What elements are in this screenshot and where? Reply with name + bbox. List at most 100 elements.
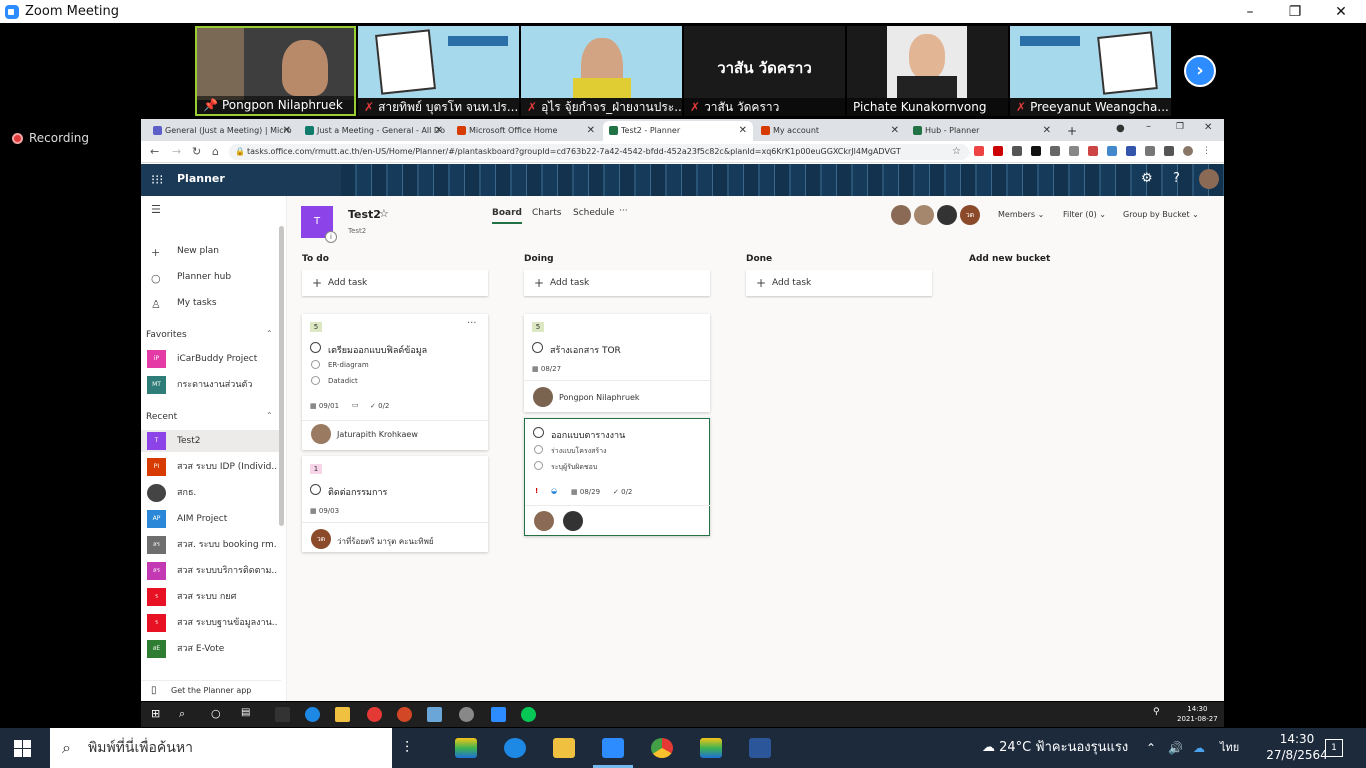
language-indicator[interactable]: ไทย [1220, 728, 1239, 768]
more-options-icon[interactable]: ··· [467, 318, 477, 329]
add-task-button[interactable]: + Add task [746, 270, 932, 296]
tab-schedule[interactable]: Schedule [573, 208, 614, 218]
close-tab-icon[interactable]: ✕ [739, 121, 747, 141]
network-icon[interactable]: ⚲ [1153, 707, 1168, 722]
planner-hub-item[interactable]: ○ Planner hub [141, 266, 279, 288]
participant-tile[interactable]: วาสัน วัดคราว ✗ วาสัน วัดคราว [684, 26, 845, 116]
line-icon[interactable] [521, 707, 536, 722]
checklist-checkbox[interactable] [311, 376, 320, 385]
forward-icon[interactable]: → [172, 141, 181, 163]
browser-tab[interactable]: My account ✕ [755, 121, 905, 141]
participant-tile[interactable]: 📌 Pongpon Nilaphruek [195, 26, 356, 116]
extension-icon[interactable] [1050, 146, 1060, 156]
complete-task-checkbox[interactable] [532, 342, 543, 353]
member-avatar[interactable] [914, 205, 934, 225]
extension-icon[interactable] [1107, 146, 1117, 156]
my-tasks-item[interactable]: ♙ My tasks [141, 292, 279, 314]
extension-icon[interactable] [1145, 146, 1155, 156]
members-dropdown[interactable]: Members ⌄ [998, 210, 1044, 219]
checklist-checkbox[interactable] [534, 445, 543, 454]
recording-indicator[interactable]: Recording [12, 131, 89, 145]
tab-board[interactable]: Board [492, 208, 522, 224]
task-card[interactable]: 5 ··· เตรียมออกแบบฟิลด์ข้อมูล ER-diagram… [302, 314, 488, 450]
assignee-avatar[interactable] [563, 511, 583, 531]
maximize-button[interactable]: ❐ [1176, 122, 1184, 132]
new-tab-button[interactable]: + [1061, 121, 1081, 141]
maximize-button[interactable]: ❐ [1272, 0, 1318, 23]
filter-dropdown[interactable]: Filter (0) ⌄ [1063, 210, 1106, 219]
recent-plan-item[interactable]: AP AIM Project [141, 508, 279, 530]
participant-tile[interactable]: ✗ Preeyanut Weangcha... [1010, 26, 1171, 116]
participant-tile[interactable]: Pichate Kunakornvong [847, 26, 1008, 116]
minimize-button[interactable]: – [1146, 121, 1151, 132]
next-page-button[interactable]: › [1184, 55, 1216, 87]
participant-tile[interactable]: ✗ อุไร จุ้ยกำจร_ฝ่ายงานประ... [521, 26, 682, 116]
powerpoint-icon[interactable] [397, 707, 412, 722]
bucket-title-doing[interactable]: Doing [524, 254, 554, 264]
complete-task-checkbox[interactable] [533, 427, 544, 438]
avatar[interactable] [1199, 169, 1219, 189]
chevron-up-icon[interactable]: ⌃ [266, 411, 273, 420]
assignee-avatar[interactable]: วด [311, 529, 331, 549]
onedrive-icon[interactable]: ☁ [1193, 728, 1205, 768]
close-tab-icon[interactable]: ✕ [587, 121, 595, 141]
plan-title[interactable]: Test2 [348, 208, 381, 221]
recent-plan-item[interactable]: สกธ. [141, 482, 279, 504]
bluestacks-icon[interactable] [455, 738, 477, 758]
recent-plan-item[interactable]: สร สวส. ระบบ booking rm... [141, 534, 279, 556]
extension-icon[interactable] [993, 146, 1003, 156]
close-tab-icon[interactable]: ✕ [283, 121, 291, 141]
puzzle-icon[interactable] [1164, 146, 1174, 156]
chrome-icon[interactable] [367, 707, 382, 722]
profile-icon[interactable]: ● [1116, 123, 1125, 134]
task-card-selected[interactable]: ออกแบบตารางงาน ร่างแบบโครงสร้าง ระบุผู้ร… [524, 418, 711, 536]
tab-charts[interactable]: Charts [532, 208, 561, 218]
member-avatar[interactable] [891, 205, 911, 225]
url-input[interactable]: 🔒 tasks.office.com/rmutt.ac.th/en-US/Home… [229, 144, 969, 160]
extension-icon[interactable] [1031, 146, 1041, 156]
group-by-dropdown[interactable]: Group by Bucket ⌄ [1123, 210, 1199, 219]
chevron-up-icon[interactable]: ⌃ [266, 329, 273, 338]
add-task-button[interactable]: + Add task [302, 270, 488, 296]
browser-tab[interactable]: Hub - Planner ✕ [907, 121, 1057, 141]
assignee-avatar[interactable] [534, 511, 554, 531]
bucket-title-todo[interactable]: To do [302, 254, 329, 264]
file-explorer-icon[interactable] [335, 707, 350, 722]
bluestacks-icon[interactable] [700, 738, 722, 758]
recent-plan-item[interactable]: สE สวส E-Vote [141, 638, 279, 660]
browser-tab[interactable]: General (Just a Meeting) | Micro ✕ [147, 121, 297, 141]
browser-tab[interactable]: Just a Meeting - General - All Do ✕ [299, 121, 449, 141]
windows-start-icon[interactable]: ⊞ [151, 707, 166, 722]
chrome-icon[interactable] [651, 738, 673, 758]
recent-plan-item[interactable]: รสวส ระบบ กยศ [141, 586, 279, 608]
edge-icon[interactable] [504, 738, 526, 758]
bucket-title-done[interactable]: Done [746, 254, 772, 264]
system-clock[interactable]: 14:30 27/8/2564 [1262, 731, 1332, 763]
recent-plan-item[interactable]: PI สวส ระบบ IDP (Individ... [141, 456, 279, 478]
close-tab-icon[interactable]: ✕ [891, 121, 899, 141]
zoom-icon[interactable] [491, 707, 506, 722]
favorite-plan-item[interactable]: MT กระดานงานส่วนตัว [141, 374, 279, 396]
app-icon[interactable] [459, 707, 474, 722]
info-icon[interactable]: i [325, 231, 337, 243]
assignee-avatar[interactable] [311, 424, 331, 444]
get-planner-app-link[interactable]: ▯ Get the Planner app [141, 680, 281, 700]
app-icon[interactable] [275, 707, 290, 722]
weather-widget[interactable]: ☁ 24°C ฟ้าคะนองรุนแรง [982, 728, 1128, 768]
nav-scrollbar[interactable] [279, 226, 284, 526]
hamburger-icon[interactable]: ☰ [151, 203, 161, 216]
complete-task-checkbox[interactable] [310, 342, 321, 353]
app-icon[interactable] [427, 707, 442, 722]
taskbar-search-input[interactable]: ⌕ พิมพ์ที่นี่เพื่อค้นหา [50, 728, 392, 768]
recent-plan-item[interactable]: รสวส ระบบฐานข้อมูลงาน... [141, 612, 279, 634]
extension-icon[interactable] [1126, 146, 1136, 156]
complete-task-checkbox[interactable] [310, 484, 321, 495]
task-view-icon[interactable]: ▤ [241, 707, 256, 722]
app-title[interactable]: Planner [177, 172, 225, 185]
bookmark-star-icon[interactable]: ☆ [952, 141, 961, 163]
checklist-checkbox[interactable] [534, 461, 543, 470]
favorite-plan-item[interactable]: iP iCarBuddy Project [141, 348, 279, 370]
recent-plan-item[interactable]: สร สวส ระบบบริการติดตาม... [141, 560, 279, 582]
search-icon[interactable]: ⌕ [179, 707, 194, 722]
browser-tab-active[interactable]: Test2 - Planner ✕ [603, 121, 753, 141]
